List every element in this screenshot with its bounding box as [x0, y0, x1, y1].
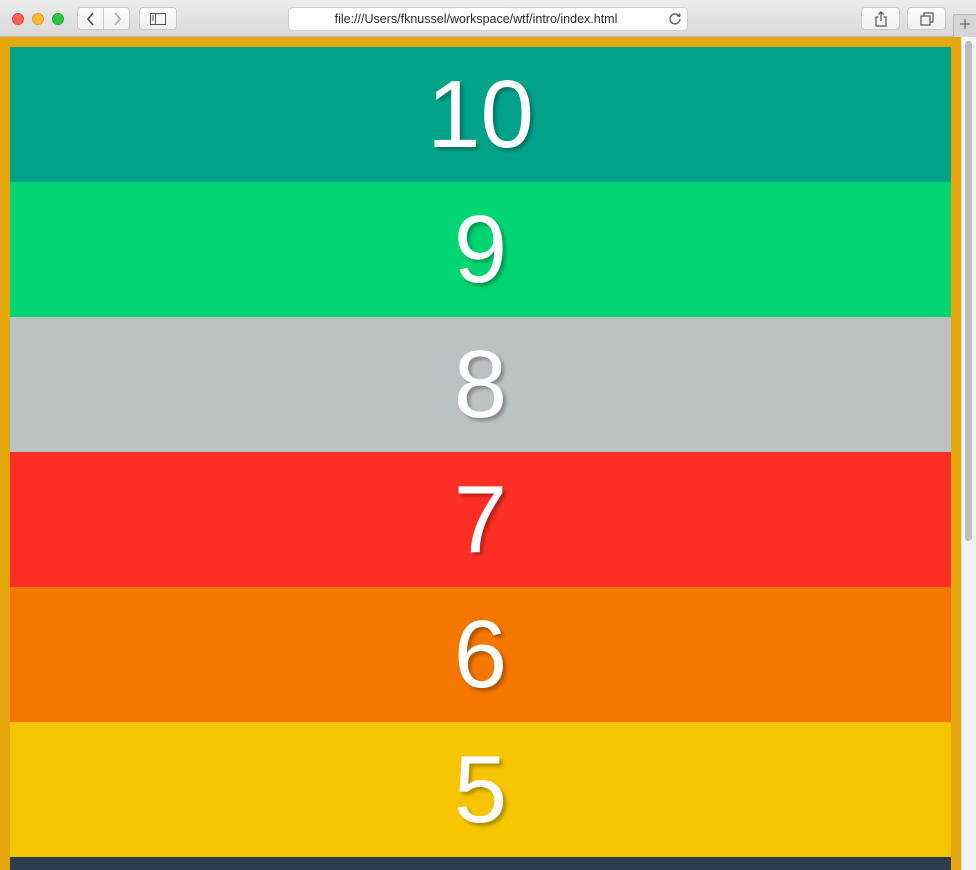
new-tab-button[interactable] [953, 14, 976, 37]
browser-toolbar: file:///Users/fknussel/workspace/wtf/int… [0, 0, 976, 37]
countdown-number: 6 [453, 600, 508, 708]
reload-icon[interactable] [668, 12, 682, 26]
close-window-button[interactable] [12, 13, 24, 25]
countdown-number: 8 [453, 330, 508, 438]
countdown-slide-9: 9 [10, 182, 951, 317]
countdown-number: 5 [453, 735, 508, 843]
sidebar-icon [150, 12, 166, 25]
countdown-slide-next [10, 857, 951, 870]
chevron-right-icon [112, 11, 122, 26]
vertical-scrollbar[interactable] [961, 37, 976, 870]
chevron-left-icon [86, 11, 96, 26]
countdown-slide-5: 5 [10, 722, 951, 857]
countdown-number: 9 [453, 195, 508, 303]
tabs-overview-icon [919, 11, 934, 26]
address-bar[interactable]: file:///Users/fknussel/workspace/wtf/int… [288, 7, 688, 31]
back-button[interactable] [77, 7, 104, 30]
minimize-window-button[interactable] [32, 13, 44, 25]
url-text[interactable]: file:///Users/fknussel/workspace/wtf/int… [289, 8, 663, 30]
tab-overview-button[interactable] [907, 7, 946, 30]
page-viewport: 10 9 8 7 6 5 [0, 37, 961, 870]
countdown-slide-8: 8 [10, 317, 951, 452]
countdown-slide-6: 6 [10, 587, 951, 722]
countdown-slide-7: 7 [10, 452, 951, 587]
share-button[interactable] [861, 7, 900, 30]
countdown-number: 10 [427, 60, 534, 168]
forward-button[interactable] [103, 7, 130, 30]
fullscreen-window-button[interactable] [52, 13, 64, 25]
countdown-number: 7 [453, 465, 508, 573]
share-icon [874, 10, 888, 27]
countdown-slide-10: 10 [10, 47, 951, 182]
plus-icon [959, 17, 971, 35]
scrollbar-thumb[interactable] [965, 41, 972, 541]
show-sidebar-button[interactable] [139, 7, 177, 30]
